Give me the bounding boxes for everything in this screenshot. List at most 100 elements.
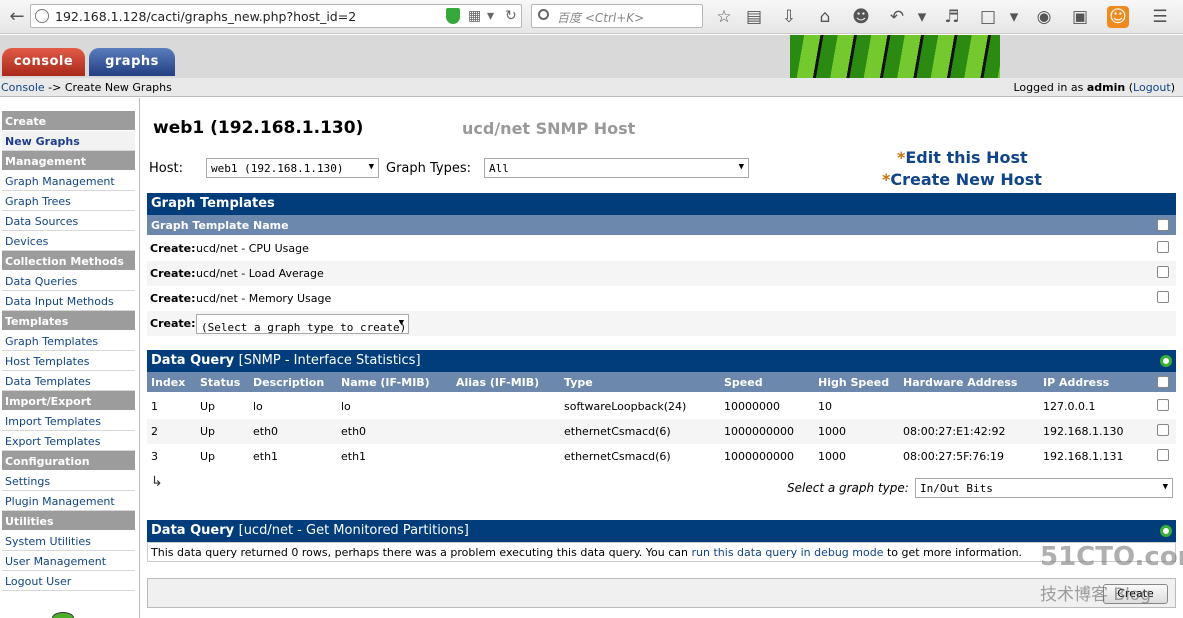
graph-type-create-select[interactable]: (Select a graph type to create) ▼ bbox=[196, 314, 409, 334]
host-select[interactable]: web1 (192.168.1.130) ▼ bbox=[206, 158, 379, 178]
table-cell: 192.168.1.131 bbox=[1043, 450, 1124, 463]
edit-host-label: Edit this Host bbox=[905, 148, 1028, 167]
sidebar-item-settings[interactable]: Settings bbox=[2, 471, 135, 491]
row-checkbox[interactable] bbox=[1157, 241, 1169, 253]
menu-icon[interactable]: ☰ bbox=[1149, 6, 1171, 28]
edit-host-link[interactable]: *Edit this Host bbox=[897, 148, 1028, 167]
row-checkbox[interactable] bbox=[1157, 291, 1169, 303]
search-box[interactable]: 百度 <Ctrl+K> bbox=[531, 4, 703, 28]
sidebar-item-data-templates[interactable]: Data Templates bbox=[2, 371, 135, 391]
table-cell: Up bbox=[200, 450, 216, 463]
tab-graphs[interactable]: graphs bbox=[89, 48, 175, 76]
crop-icon[interactable]: □ bbox=[977, 6, 999, 28]
sidebar-item-graph-templates[interactable]: Graph Templates bbox=[2, 331, 135, 351]
qr-code-icon[interactable]: ▦ bbox=[468, 8, 481, 24]
sidebar-item-logout-user[interactable]: Logout User bbox=[2, 571, 135, 591]
undo-icon[interactable]: ↶ bbox=[886, 6, 908, 28]
globe-icon bbox=[35, 9, 49, 23]
table-row[interactable]: 1 Up lo lo softwareLoopback(24) 10000000 10 127… bbox=[147, 394, 1176, 419]
select-graph-type-label: Select a graph type: bbox=[787, 481, 909, 495]
sidebar-item-new-graphs[interactable]: New Graphs bbox=[2, 131, 135, 151]
sidebar-section-templates: Templates bbox=[2, 311, 135, 331]
sidebar-item-devices[interactable]: Devices bbox=[2, 231, 135, 251]
sidebar-item-data-sources[interactable]: Data Sources bbox=[2, 211, 135, 231]
reading-list-icon[interactable]: ▤ bbox=[743, 6, 765, 28]
address-bar[interactable]: 192.168.1.128/cacti/graphs_new.php?host_… bbox=[30, 4, 522, 28]
column-graph-template-name: Graph Template Name bbox=[151, 219, 289, 232]
breadcrumb-console-link[interactable]: Console bbox=[1, 81, 45, 94]
row-checkbox[interactable] bbox=[1157, 449, 1169, 461]
download-icon[interactable]: ⇩ bbox=[778, 6, 800, 28]
reload-icon[interactable]: ↻ bbox=[505, 8, 517, 24]
debug-mode-link[interactable]: run this data query in debug mode bbox=[692, 546, 884, 559]
sidebar-section-import-export: Import/Export bbox=[2, 391, 135, 411]
sidebar-section-configuration: Configuration bbox=[2, 451, 135, 471]
table-cell: 1000 bbox=[818, 425, 846, 438]
sidebar-item-export-templates[interactable]: Export Templates bbox=[2, 431, 135, 451]
graph-type-select[interactable]: In/Out Bits ▼ bbox=[915, 478, 1173, 498]
message-text-end: to get more information. bbox=[886, 546, 1023, 559]
chevron-down-icon[interactable]: ▾ bbox=[1003, 6, 1025, 28]
sidebar-item-graph-trees[interactable]: Graph Trees bbox=[2, 191, 135, 211]
smiley-icon[interactable]: ☻ bbox=[850, 6, 872, 28]
graph-template-row: Create: ucd/net - Load Average bbox=[147, 261, 1176, 286]
row-checkbox[interactable] bbox=[1157, 399, 1169, 411]
data-query-title: Data Query bbox=[151, 353, 235, 368]
login-status: Logged in as admin (Logout) bbox=[1013, 81, 1175, 94]
table-cell: Up bbox=[200, 425, 216, 438]
table-cell: eth0 bbox=[253, 425, 279, 438]
extension-icon[interactable]: ☺ bbox=[1107, 6, 1129, 28]
graph-types-select[interactable]: All ▼ bbox=[484, 158, 749, 178]
table-row[interactable]: 2 Up eth0 eth0 ethernetCsmacd(6) 1000000000 10… bbox=[147, 419, 1176, 444]
sidebar-item-host-templates[interactable]: Host Templates bbox=[2, 351, 135, 371]
speaker-icon[interactable]: ♬ bbox=[941, 6, 963, 28]
select-all-checkbox[interactable] bbox=[1157, 376, 1169, 388]
breadcrumb: Console -> Create New Graphs bbox=[1, 81, 172, 94]
data-query-name: [ucd/net - Get Monitored Partitions] bbox=[238, 523, 469, 538]
status-indicator-icon[interactable] bbox=[1160, 355, 1172, 367]
data-query-title: Data Query bbox=[151, 523, 235, 538]
browser-toolbar: ← 192.168.1.128/cacti/graphs_new.php?hos… bbox=[0, 0, 1183, 34]
table-cell: 10000000 bbox=[724, 400, 780, 413]
select-all-checkbox[interactable] bbox=[1157, 219, 1169, 231]
sidebar-item-import-templates[interactable]: Import Templates bbox=[2, 411, 135, 431]
sidebar-section-management: Management bbox=[2, 151, 135, 171]
sidebar-item-system-utilities[interactable]: System Utilities bbox=[2, 531, 135, 551]
search-icon bbox=[538, 9, 549, 20]
create-host-link[interactable]: *Create New Host bbox=[882, 170, 1042, 189]
tab-console[interactable]: console bbox=[2, 48, 85, 76]
column-high-speed: High Speed bbox=[818, 376, 890, 389]
column-index: Index bbox=[151, 376, 186, 389]
row-checkbox[interactable] bbox=[1157, 266, 1169, 278]
create-host-label: Create New Host bbox=[890, 170, 1042, 189]
breadcrumb-current: Create New Graphs bbox=[64, 81, 172, 94]
security-shield-icon[interactable] bbox=[446, 8, 460, 24]
create-graph-row: Create: (Select a graph type to create) … bbox=[147, 311, 1176, 336]
sidebar-item-plugin-management[interactable]: Plugin Management bbox=[2, 491, 135, 511]
sidebar-item-data-queries[interactable]: Data Queries bbox=[2, 271, 135, 291]
column-type: Type bbox=[564, 376, 593, 389]
login-user: admin bbox=[1086, 81, 1126, 94]
login-paren: ) bbox=[1170, 81, 1175, 94]
host-template-subtitle: ucd/net SNMP Host bbox=[462, 119, 636, 138]
sidebar-item-user-management[interactable]: User Management bbox=[2, 551, 135, 571]
status-indicator-icon[interactable] bbox=[1160, 525, 1172, 537]
chat-icon[interactable]: ◉ bbox=[1033, 6, 1055, 28]
chevron-down-icon: ▼ bbox=[1162, 482, 1168, 492]
table-cell: 192.168.1.130 bbox=[1043, 425, 1124, 438]
back-arrow-icon[interactable]: ← bbox=[6, 7, 28, 27]
home-icon[interactable]: ⌂ bbox=[814, 6, 836, 28]
table-row[interactable]: 3 Up eth1 eth1 ethernetCsmacd(6) 1000000000 10… bbox=[147, 444, 1176, 469]
sidebar-item-data-input-methods[interactable]: Data Input Methods bbox=[2, 291, 135, 311]
breadcrumb-separator: -> bbox=[48, 81, 62, 94]
table-cell: ethernetCsmacd(6) bbox=[564, 450, 671, 463]
chevron-down-icon[interactable]: ▾ bbox=[911, 6, 933, 28]
reader-icon[interactable]: ▣ bbox=[1069, 6, 1091, 28]
bookmark-star-icon[interactable]: ☆ bbox=[713, 6, 735, 28]
table-cell: eth1 bbox=[341, 450, 367, 463]
sidebar-item-graph-management[interactable]: Graph Management bbox=[2, 171, 135, 191]
chevron-down-icon[interactable]: ▾ bbox=[487, 8, 494, 24]
row-checkbox[interactable] bbox=[1157, 424, 1169, 436]
table-cell: Up bbox=[200, 400, 216, 413]
logout-link[interactable]: Logout bbox=[1133, 81, 1171, 94]
